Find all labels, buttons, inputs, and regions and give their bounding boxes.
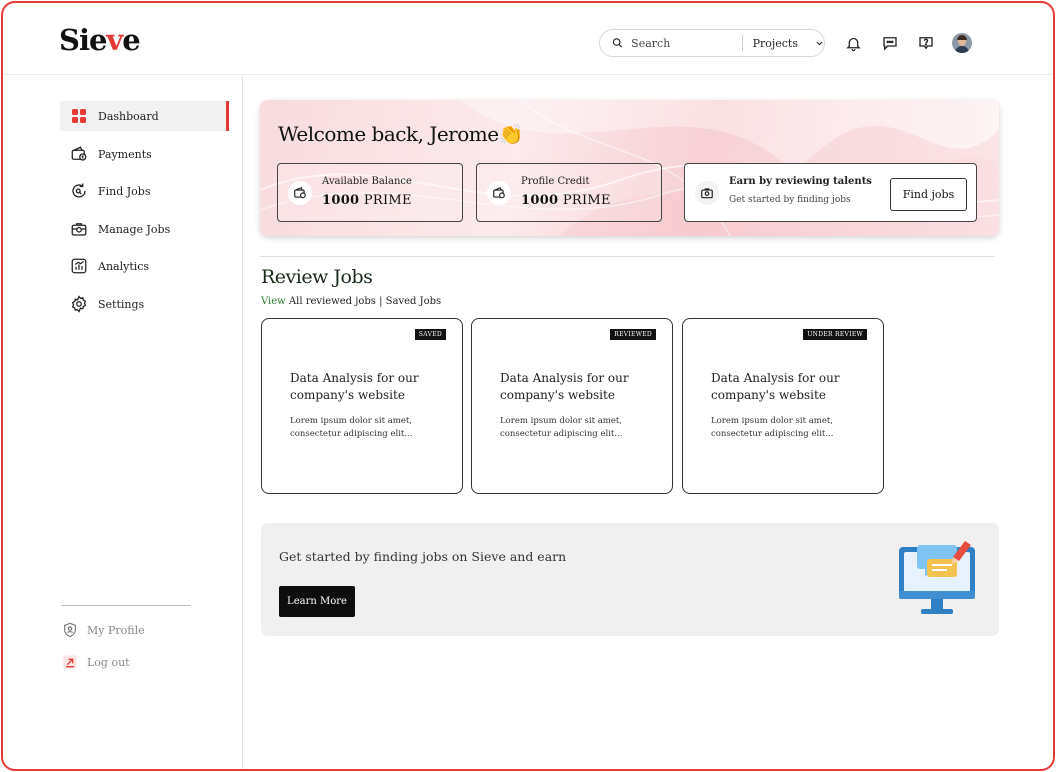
search-divider [741, 35, 743, 51]
view-label: View [261, 296, 286, 307]
job-title: Data Analysis for our company's website [290, 371, 419, 402]
sidebar-item-label: Manage Jobs [98, 222, 171, 236]
job-description: Lorem ipsum dolor sit amet, consectetur … [500, 416, 623, 439]
logout-link[interactable]: Log out [61, 653, 130, 671]
credit-label: Profile Credit [521, 176, 590, 187]
sidebar-item-manage-jobs[interactable]: Manage Jobs [60, 214, 228, 244]
app-frame: Sieve Search Projects Dashboard Payments… [1, 1, 1055, 771]
credit-value: 1000 PRIME [521, 193, 611, 208]
sieve-logo[interactable]: Sieve [59, 23, 141, 57]
find-jobs-button[interactable]: Find jobs [890, 178, 967, 211]
logout-icon [61, 653, 79, 671]
search-bar[interactable]: Search Projects [599, 29, 825, 57]
sidebar-item-dashboard[interactable]: Dashboard [60, 101, 229, 131]
job-card[interactable]: REVIEWED Data Analysis for our company's… [471, 318, 673, 494]
status-badge: UNDER REVIEW [803, 329, 867, 340]
refresh-search-icon [69, 181, 89, 201]
job-description: Lorem ipsum dolor sit amet, consectetur … [711, 416, 834, 439]
sidebar-item-analytics[interactable]: Analytics [60, 251, 228, 281]
my-profile-label: My Profile [87, 623, 145, 637]
job-title: Data Analysis for our company's website [500, 371, 629, 402]
sidebar-divider [61, 605, 191, 606]
sidebar-item-payments[interactable]: Payments [60, 139, 228, 169]
wallet-icon [69, 144, 89, 164]
learn-more-button[interactable]: Learn More [279, 586, 355, 617]
job-description: Lorem ipsum dolor sit amet, consectetur … [290, 416, 413, 439]
projects-dropdown-label: Projects [752, 36, 798, 50]
briefcase-icon [69, 219, 89, 239]
user-avatar[interactable] [952, 33, 972, 53]
dashboard-grid-icon [69, 106, 89, 126]
top-header: Sieve Search Projects [3, 3, 1053, 75]
sidebar-item-settings[interactable]: Settings [60, 289, 228, 319]
status-badge: SAVED [414, 329, 446, 340]
welcome-banner: Welcome back, Jerome👏 Available Balance … [260, 100, 999, 236]
logout-label: Log out [87, 655, 130, 669]
sidebar-item-label: Analytics [98, 259, 150, 273]
welcome-heading: Welcome back, Jerome👏 [278, 122, 523, 146]
all-reviewed-jobs-link[interactable]: All reviewed jobs [289, 296, 376, 307]
clapping-hands-icon: 👏 [498, 122, 524, 146]
sidebar-item-label: Payments [98, 147, 152, 161]
saved-jobs-link[interactable]: Saved Jobs [386, 296, 442, 307]
gear-icon [69, 294, 89, 314]
section-divider [260, 256, 995, 257]
available-balance-card: Available Balance 1000 PRIME [277, 163, 463, 222]
job-card[interactable]: UNDER REVIEW Data Analysis for our compa… [682, 318, 884, 494]
profile-credit-card: Profile Credit 1000 PRIME [476, 163, 662, 222]
help-icon[interactable] [916, 33, 936, 53]
sidebar-item-label: Settings [98, 297, 145, 311]
profile-shield-icon [61, 621, 79, 639]
link-separator: | [379, 296, 383, 307]
status-badge: REVIEWED [610, 329, 656, 340]
projects-dropdown[interactable]: Projects [753, 37, 824, 50]
promo-text: Get started by finding jobs on Sieve and… [279, 549, 567, 564]
briefcase-icon [695, 181, 719, 205]
earn-label: Earn by reviewing talents [729, 176, 872, 187]
promo-banner: Get started by finding jobs on Sieve and… [261, 523, 999, 636]
notifications-bell-icon[interactable] [843, 33, 863, 53]
messages-icon[interactable] [880, 33, 900, 53]
balance-value: 1000 PRIME [322, 193, 412, 208]
sidebar: Dashboard Payments Find Jobs Manage Jobs… [3, 75, 243, 769]
earn-card: Earn by reviewing talents Get started by… [684, 163, 977, 222]
sidebar-item-find-jobs[interactable]: Find Jobs [60, 176, 228, 206]
sidebar-item-label: Dashboard [98, 109, 159, 123]
search-icon [612, 38, 623, 48]
search-input[interactable]: Search [631, 37, 733, 50]
balance-label: Available Balance [322, 176, 412, 187]
chevron-down-icon [816, 41, 823, 45]
review-jobs-title: Review Jobs [261, 266, 373, 288]
job-title: Data Analysis for our company's website [711, 371, 840, 402]
earn-subtext: Get started by finding jobs [729, 195, 851, 205]
review-links: View All reviewed jobs | Saved Jobs [261, 296, 441, 307]
my-profile-link[interactable]: My Profile [61, 621, 145, 639]
monitor-chat-illustration-icon [899, 541, 975, 614]
wallet-icon [288, 181, 312, 205]
job-card[interactable]: SAVED Data Analysis for our company's we… [261, 318, 463, 494]
sidebar-item-label: Find Jobs [98, 184, 151, 198]
wallet-icon [487, 181, 511, 205]
chart-icon [69, 256, 89, 276]
